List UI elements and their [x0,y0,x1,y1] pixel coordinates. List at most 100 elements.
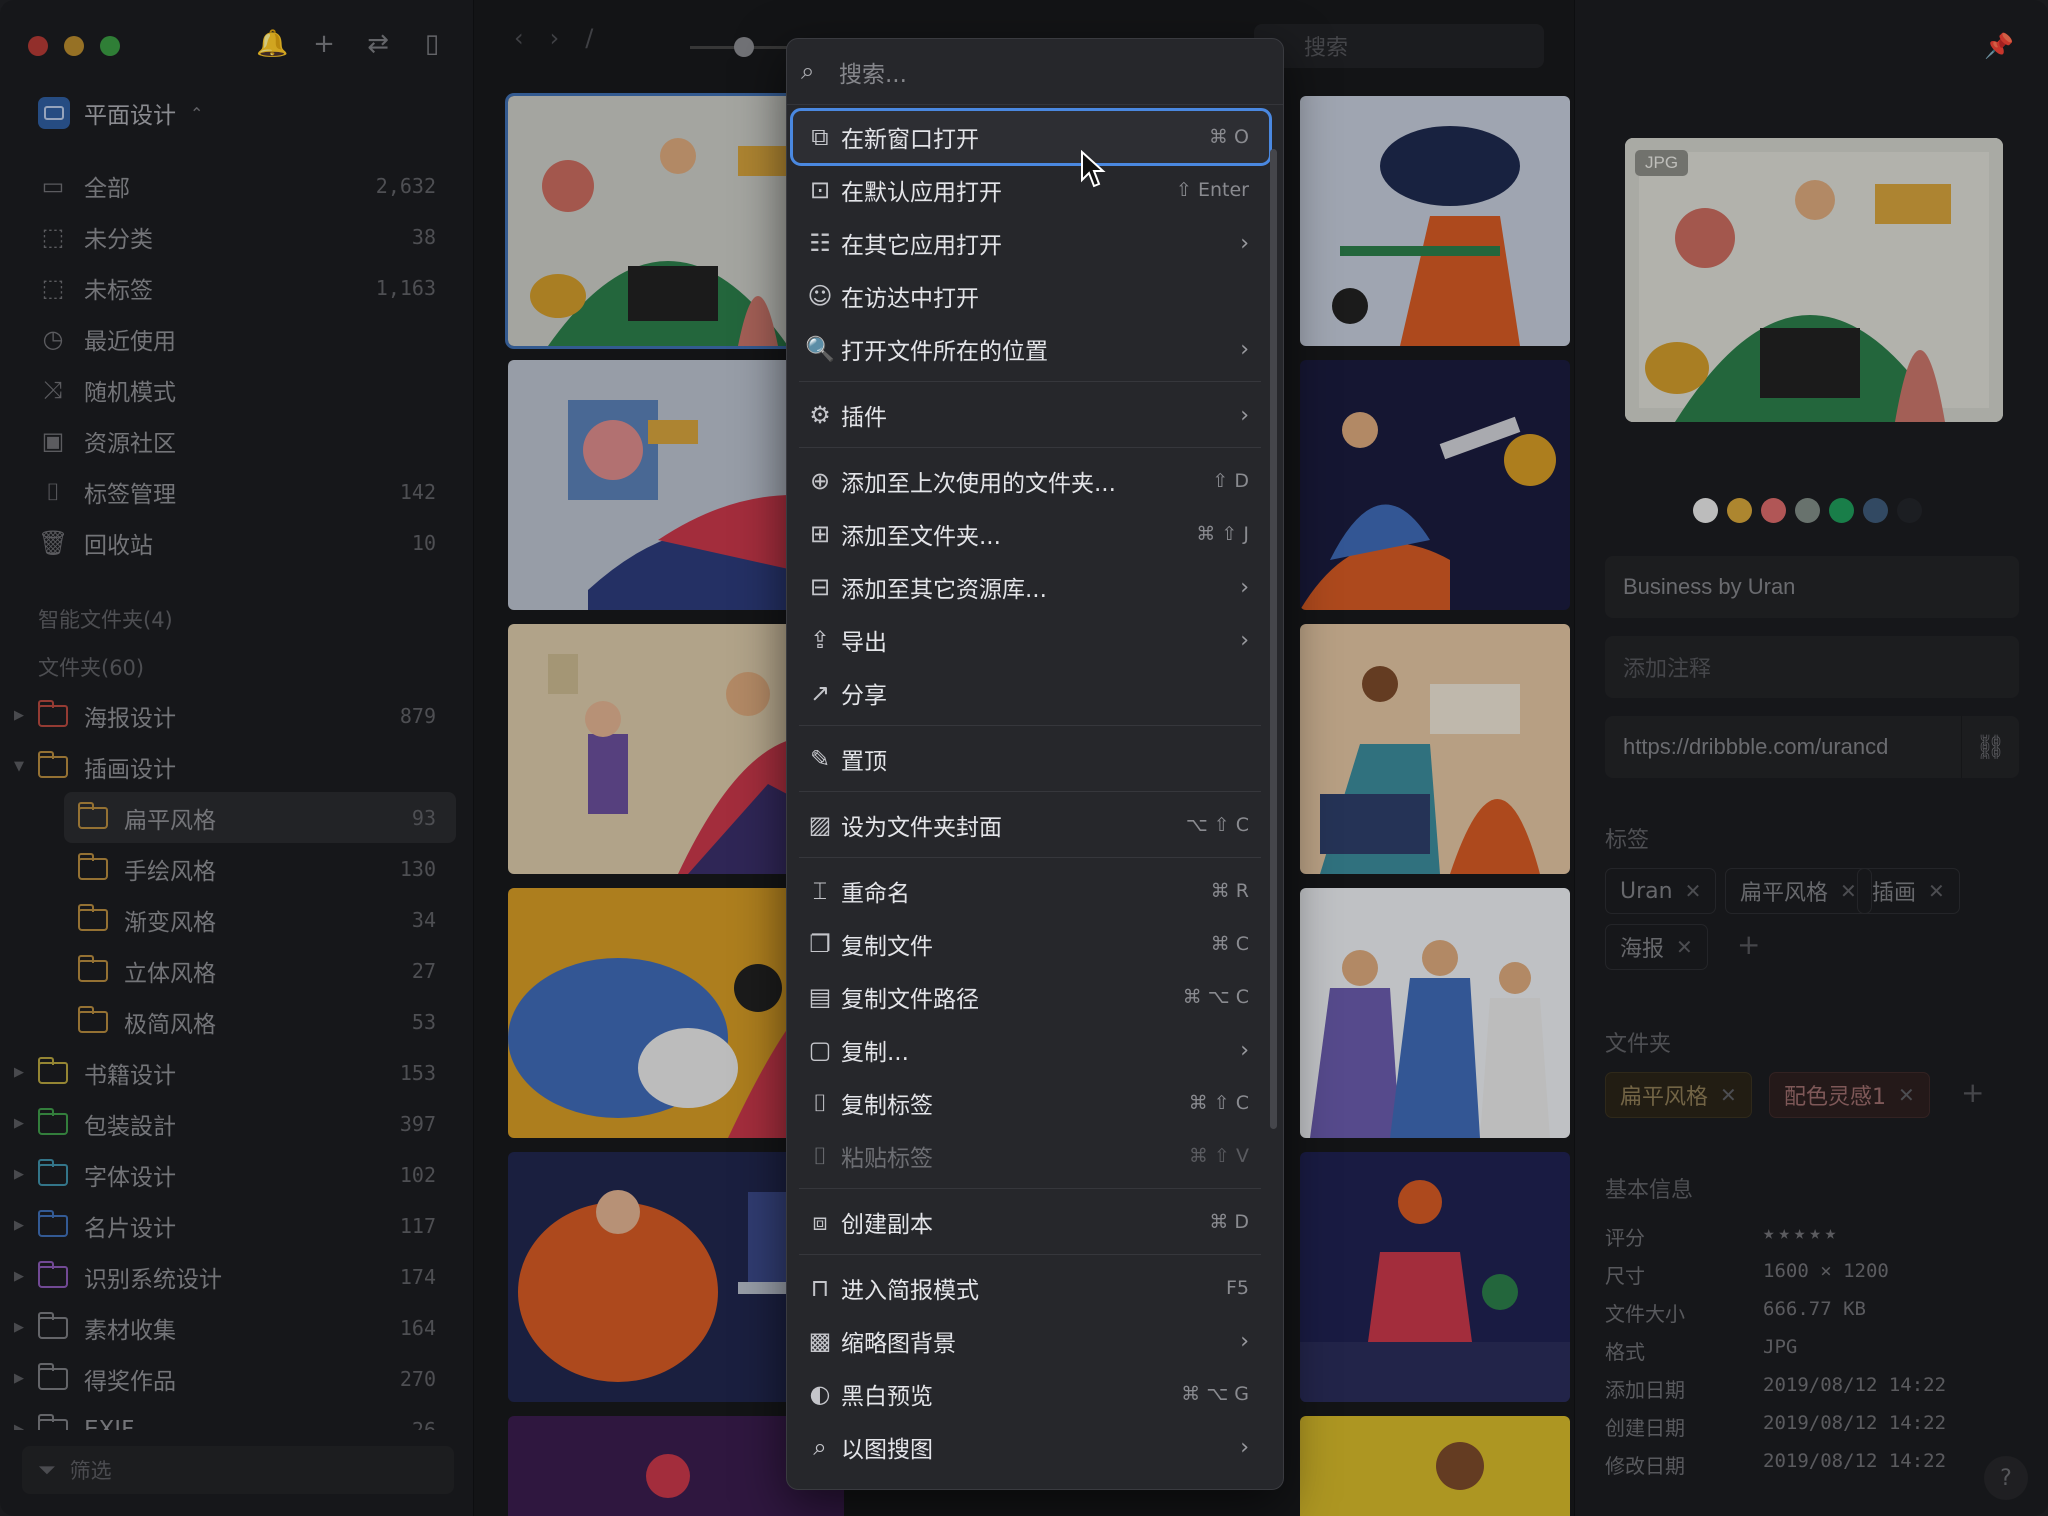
palette-swatch[interactable] [1863,498,1888,523]
remove-tag-icon[interactable]: ✕ [1676,935,1693,959]
tag-chip[interactable]: 扁平风格 ✕ [1725,868,1872,914]
note-field[interactable]: 添加注释 [1605,636,2019,698]
remove-folder-icon[interactable]: ✕ [1720,1083,1737,1107]
link-icon[interactable]: ⛓ [1961,716,2019,778]
thumbnail[interactable] [1300,1152,1570,1402]
folder-item[interactable]: ▶ 识别系统设计 174 [0,1251,474,1302]
palette-swatch[interactable] [1829,498,1854,523]
palette-swatch[interactable] [1795,498,1820,523]
folder-item[interactable]: ▶ 得奖作品 270 [0,1353,474,1404]
menu-item[interactable]: ⊓ 进入简报模式 F5 [793,1262,1269,1314]
chevron-right-icon[interactable]: ▶ [14,1065,28,1080]
menu-item[interactable]: ❐ 复制文件 ⌘ C [793,918,1269,970]
menu-item[interactable]: ⊞ 添加至文件夹... ⌘ ⇧ J [793,508,1269,560]
menu-item[interactable]: ⌶ 重命名 ⌘ R [793,865,1269,917]
menu-item[interactable]: ⌷ 复制标签 ⌘ ⇧ C [793,1077,1269,1129]
sidebar-item[interactable]: ⬚ 未标签 1,163 [0,262,474,313]
chevron-right-icon[interactable]: ▶ [14,1116,28,1131]
remove-tag-icon[interactable]: ✕ [1928,879,1945,903]
image-preview[interactable]: JPG [1625,138,2003,422]
plus-icon[interactable]: + [310,30,338,58]
menu-item[interactable]: ⊡ 在默认应用打开 ⇧ Enter [793,164,1269,216]
chevron-right-icon[interactable]: ▶ [14,1269,28,1284]
thumbnail[interactable] [1300,624,1570,874]
folder-item[interactable]: ▶ 名片设计 117 [0,1200,474,1251]
menu-item[interactable]: ⌕ 以图搜图 › [793,1421,1269,1473]
chevron-right-icon[interactable]: ▶ [14,1422,28,1430]
url-field[interactable]: https://dribbble.com/urancd ⛓ [1605,716,2019,778]
tag-chip[interactable]: Uran ✕ [1605,868,1717,914]
chevron-right-icon[interactable]: ▶ [14,1218,28,1233]
menu-item[interactable]: ▩ 缩略图背景 › [793,1315,1269,1367]
thumbnail[interactable] [1300,888,1570,1138]
menu-item[interactable]: ⇪ 导出 › [793,614,1269,666]
thumbnail[interactable] [1300,360,1570,610]
zoom-slider-knob[interactable] [734,37,754,57]
menu-item[interactable]: ▨ 设为文件夹封面 ⌥ ⇧ C [793,799,1269,851]
menu-search-input[interactable]: ⌕ 搜索... [787,39,1283,105]
menu-item[interactable]: ◐ 黑白预览 ⌘ ⌥ G [793,1368,1269,1420]
folder-item[interactable]: ▶ 字体设计 102 [0,1149,474,1200]
remove-folder-icon[interactable]: ✕ [1898,1083,1915,1107]
sidebar-item[interactable]: 🗑 回收站 10 [0,517,474,568]
menu-item[interactable]: ▢ 复制... › [793,1024,1269,1076]
folder-item[interactable]: ▶ 书籍设计 153 [0,1047,474,1098]
menu-item[interactable]: ⧈ 创建副本 ⌘ D [793,1196,1269,1248]
forward-icon[interactable]: › [550,24,560,52]
folder-item[interactable]: ▶ 素材收集 164 [0,1302,474,1353]
chevron-down-icon[interactable]: ▼ [14,759,28,774]
folder-item[interactable]: 扁平风格 93 [64,792,456,843]
chevron-right-icon[interactable]: ▶ [14,1167,28,1182]
tag-chip[interactable]: 插画 ✕ [1857,868,1960,914]
sidebar-item[interactable]: ⬚ 未分类 38 [0,211,474,262]
chevron-right-icon[interactable]: ▶ [14,708,28,723]
menu-item[interactable]: ⊕ 添加至上次使用的文件夹... ⇧ D [793,455,1269,507]
zoom-slider[interactable] [690,37,800,57]
folder-item[interactable]: ▶ 包装設計 397 [0,1098,474,1149]
thumbnail[interactable] [1300,1416,1570,1516]
filter-bar[interactable]: ⏷ 筛选 [22,1446,454,1494]
pin-icon[interactable]: 📌 [1984,32,2014,60]
menu-item[interactable]: ⚙ 插件 › [793,389,1269,441]
menu-item[interactable]: ✎ 置顶 [793,733,1269,785]
folder-chip[interactable]: 扁平风格 ✕ [1605,1072,1752,1118]
help-button[interactable]: ? [1984,1456,2028,1500]
sidebar-item[interactable]: ⤨ 随机模式 [0,364,474,415]
sidebar-item[interactable]: ◷ 最近使用 [0,313,474,364]
remove-tag-icon[interactable]: ✕ [1840,879,1857,903]
library-switcher[interactable]: 平面设计 ⌃ [38,96,203,130]
swap-icon[interactable]: ⇄ [364,30,392,58]
close-window-button[interactable] [28,36,48,56]
title-field[interactable]: Business by Uran [1605,556,2019,618]
folder-item[interactable]: 渐变风格 34 [0,894,474,945]
back-icon[interactable]: ‹ [514,24,524,52]
remove-tag-icon[interactable]: ✕ [1685,879,1702,903]
folder-chip[interactable]: 配色灵感1 ✕ [1769,1072,1930,1118]
menu-item[interactable]: ☷ 在其它应用打开 › [793,217,1269,269]
menu-item[interactable]: ⧉ 在新窗口打开 ⌘ O [790,108,1272,166]
sidebar-toggle-icon[interactable]: ▯ [418,30,446,58]
folder-item[interactable]: 手绘风格 130 [0,843,474,894]
folders-title[interactable]: 文件夹(60) [38,652,144,682]
add-tag-icon[interactable]: + [1737,928,1760,961]
minimize-window-button[interactable] [64,36,84,56]
grid-search-input[interactable]: 搜索 [1254,24,1544,68]
sidebar-item[interactable]: ▣ 资源社区 [0,415,474,466]
menu-item[interactable]: ▤ 复制文件路径 ⌘ ⌥ C [793,971,1269,1023]
chevron-right-icon[interactable]: ▶ [14,1371,28,1386]
folder-item[interactable]: ▶ EXIF 26 [0,1404,474,1430]
thumbnail[interactable] [1300,96,1570,346]
smart-folders-title[interactable]: 智能文件夹(4) [38,604,173,634]
zoom-window-button[interactable] [100,36,120,56]
rating-stars[interactable]: ★★★★★ [1763,1222,1840,1251]
folder-item[interactable]: ▼ 插画设计 [0,741,474,792]
palette-swatch[interactable] [1727,498,1752,523]
menu-item[interactable]: ⊟ 添加至其它资源库... › [793,561,1269,613]
sidebar-item[interactable]: ⌷ 标签管理 142 [0,466,474,517]
add-folder-icon[interactable]: + [1961,1076,1984,1109]
palette-swatch[interactable] [1897,498,1922,523]
chevron-right-icon[interactable]: ▶ [14,1320,28,1335]
folder-item[interactable]: 极简风格 53 [0,996,474,1047]
bell-icon[interactable]: 🔔 [256,30,288,58]
menu-item[interactable]: ↗ 分享 [793,667,1269,719]
